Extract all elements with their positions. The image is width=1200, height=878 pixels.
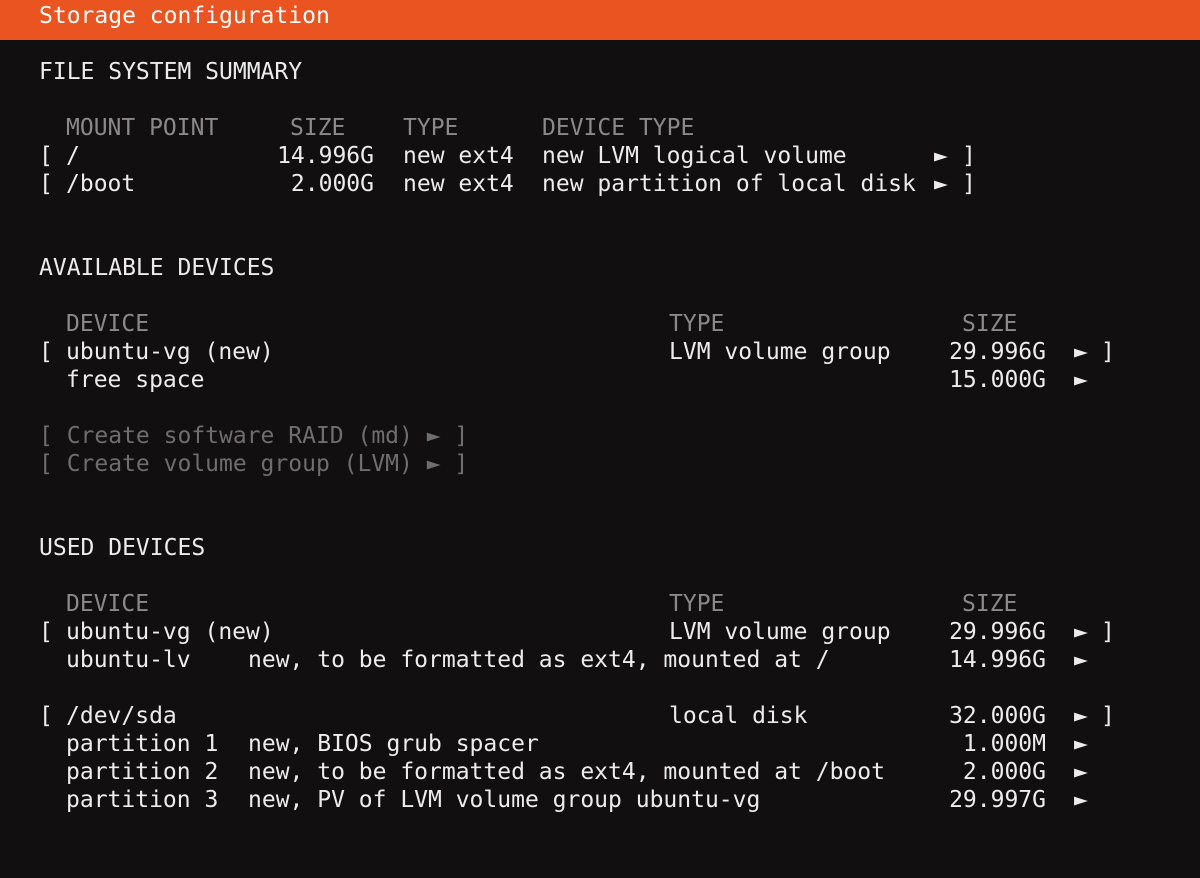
screen-title: Storage configuration xyxy=(39,3,330,29)
fs-size: 2.000G xyxy=(290,171,374,197)
available-header-type: TYPE xyxy=(669,311,725,337)
fs-header-size: SIZE xyxy=(290,115,346,141)
row-close-bracket: ] xyxy=(1101,619,1115,645)
arrow-right-icon: ► xyxy=(1074,647,1088,673)
row-open-bracket: [ xyxy=(39,619,53,645)
device-description: new, to be formatted as ext4, mounted at… xyxy=(248,759,885,785)
device-description: new, PV of LVM volume group ubuntu-vg xyxy=(248,787,761,813)
fs-mount-point: /boot xyxy=(66,171,136,197)
available-header-device: DEVICE xyxy=(66,311,150,337)
row-close-bracket: ] xyxy=(1101,703,1115,729)
row-open-bracket: [ xyxy=(39,703,53,729)
available-header-size: SIZE xyxy=(962,311,1018,337)
create-software-raid-button[interactable]: [ Create software RAID (md) ► ] xyxy=(39,422,468,450)
device-type: LVM volume group xyxy=(669,339,891,365)
device-size: 1.000M xyxy=(962,731,1046,757)
device-type: LVM volume group xyxy=(669,619,891,645)
device-size: 29.996G xyxy=(949,619,1046,645)
device-name: ubuntu-lv xyxy=(66,647,191,673)
fs-size: 14.996G xyxy=(277,143,374,169)
fs-summary-heading: FILE SYSTEM SUMMARY xyxy=(39,59,303,85)
row-close-bracket: ] xyxy=(962,143,976,169)
device-description: new, BIOS grub spacer xyxy=(248,731,539,757)
arrow-right-icon: ► xyxy=(1074,731,1088,757)
device-size: 2.000G xyxy=(962,759,1046,785)
device-name: ubuntu-vg (new) xyxy=(66,339,274,365)
device-size: 29.996G xyxy=(949,339,1046,365)
device-type: local disk xyxy=(669,703,808,729)
arrow-right-icon: ► xyxy=(1074,759,1088,785)
fs-mount-point: / xyxy=(66,143,80,169)
device-name: partition 2 xyxy=(66,759,219,785)
arrow-right-icon: ► xyxy=(1074,787,1088,813)
fs-type: new ext4 xyxy=(403,143,514,169)
device-name: /dev/sda xyxy=(66,703,177,729)
row-open-bracket: [ xyxy=(39,143,53,169)
fs-device-type: new partition of local disk xyxy=(542,171,916,197)
used-header-device: DEVICE xyxy=(66,591,150,617)
arrow-right-icon: ► xyxy=(1074,339,1088,365)
device-size: 15.000G xyxy=(949,367,1046,393)
row-close-bracket: ] xyxy=(962,171,976,197)
used-header-type: TYPE xyxy=(669,591,725,617)
fs-header-mount-point: MOUNT POINT xyxy=(66,115,219,141)
arrow-right-icon: ► xyxy=(1074,703,1088,729)
arrow-right-icon: ► xyxy=(934,143,948,169)
device-description: new, to be formatted as ext4, mounted at… xyxy=(248,647,830,673)
used-devices-heading: USED DEVICES xyxy=(39,535,206,561)
fs-header-type: TYPE xyxy=(403,115,459,141)
device-name: partition 3 xyxy=(66,787,219,813)
device-size: 29.997G xyxy=(949,787,1046,813)
available-devices-heading: AVAILABLE DEVICES xyxy=(39,255,275,281)
arrow-right-icon: ► xyxy=(1074,619,1088,645)
device-size: 32.000G xyxy=(949,703,1046,729)
row-open-bracket: [ xyxy=(39,339,53,365)
arrow-right-icon: ► xyxy=(1074,367,1088,393)
arrow-right-icon: ► xyxy=(934,171,948,197)
create-volume-group-button[interactable]: [ Create volume group (LVM) ► ] xyxy=(39,450,468,478)
device-size: 14.996G xyxy=(949,647,1046,673)
title-bar: Storage configuration xyxy=(0,0,1200,40)
device-name: partition 1 xyxy=(66,731,219,757)
fs-device-type: new LVM logical volume xyxy=(542,143,847,169)
device-name: ubuntu-vg (new) xyxy=(66,619,274,645)
fs-type: new ext4 xyxy=(403,171,514,197)
used-header-size: SIZE xyxy=(962,591,1018,617)
device-name: free space xyxy=(66,367,205,393)
row-open-bracket: [ xyxy=(39,171,53,197)
fs-header-device-type: DEVICE TYPE xyxy=(542,115,695,141)
row-close-bracket: ] xyxy=(1101,339,1115,365)
